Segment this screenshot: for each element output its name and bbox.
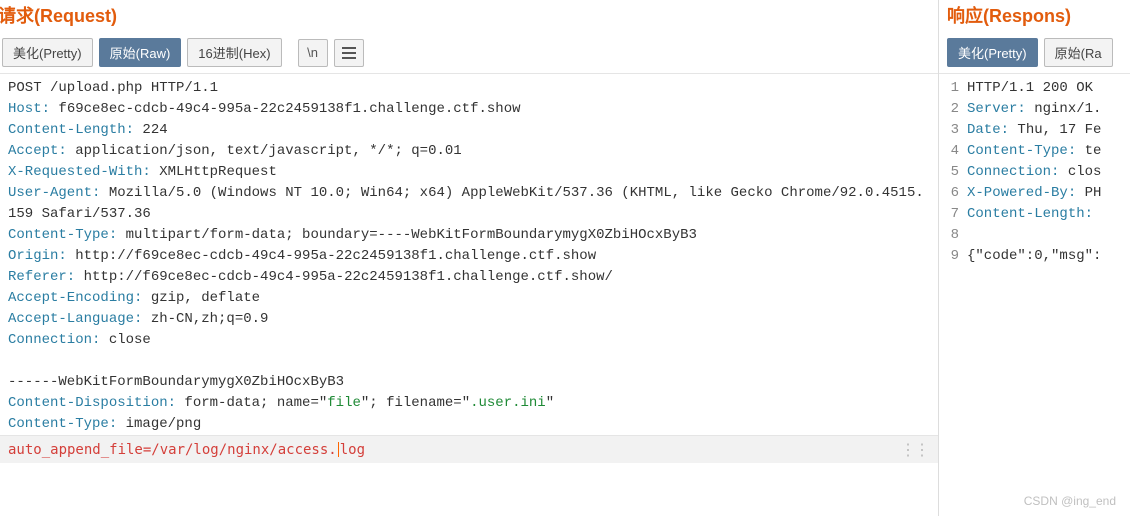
response-line-gutter: 1 2 3 4 5 6 7 8 9 [939,74,963,516]
response-panel: 响应(Respons) 美化(Pretty) 原始(Ra 1 2 3 4 5 6… [939,0,1130,516]
response-panel-title: 响应(Respons) [939,0,1130,34]
text-cursor [338,442,339,457]
request-raw-text[interactable]: POST /upload.php HTTP/1.1 Host: f69ce8ec… [0,74,938,435]
tab-raw[interactable]: 原始(Raw) [99,38,182,67]
tab-hex[interactable]: 16进制(Hex) [187,38,281,67]
hamburger-icon [342,47,356,59]
menu-button[interactable] [334,39,364,67]
request-panel-title: 请求(Request) [0,0,938,34]
tab-pretty[interactable]: 美化(Pretty) [2,38,93,67]
newline-label: \n [307,45,318,60]
request-content[interactable]: POST /upload.php HTTP/1.1 Host: f69ce8ec… [0,74,938,516]
body-post-cursor: log [340,442,365,458]
body-pre-cursor: auto_append_file=/var/log/nginx/access. [8,442,337,458]
response-toolbar: 美化(Pretty) 原始(Ra [939,34,1130,74]
response-content[interactable]: 1 2 3 4 5 6 7 8 9 HTTP/1.1 200 OK Server… [939,74,1130,516]
request-body-editor[interactable]: auto_append_file=/var/log/nginx/access.l… [0,435,938,463]
resp-tab-pretty[interactable]: 美化(Pretty) [947,38,1038,67]
newline-button[interactable]: \n [298,39,328,67]
resp-tab-raw[interactable]: 原始(Ra [1044,38,1113,67]
request-toolbar: 美化(Pretty) 原始(Raw) 16进制(Hex) \n [0,34,938,74]
drag-handle-icon[interactable]: ⋮⋮ [900,440,930,459]
response-raw-text[interactable]: HTTP/1.1 200 OK Server: nginx/1. Date: T… [963,74,1107,516]
request-panel: 请求(Request) 美化(Pretty) 原始(Raw) 16进制(Hex)… [0,0,939,516]
